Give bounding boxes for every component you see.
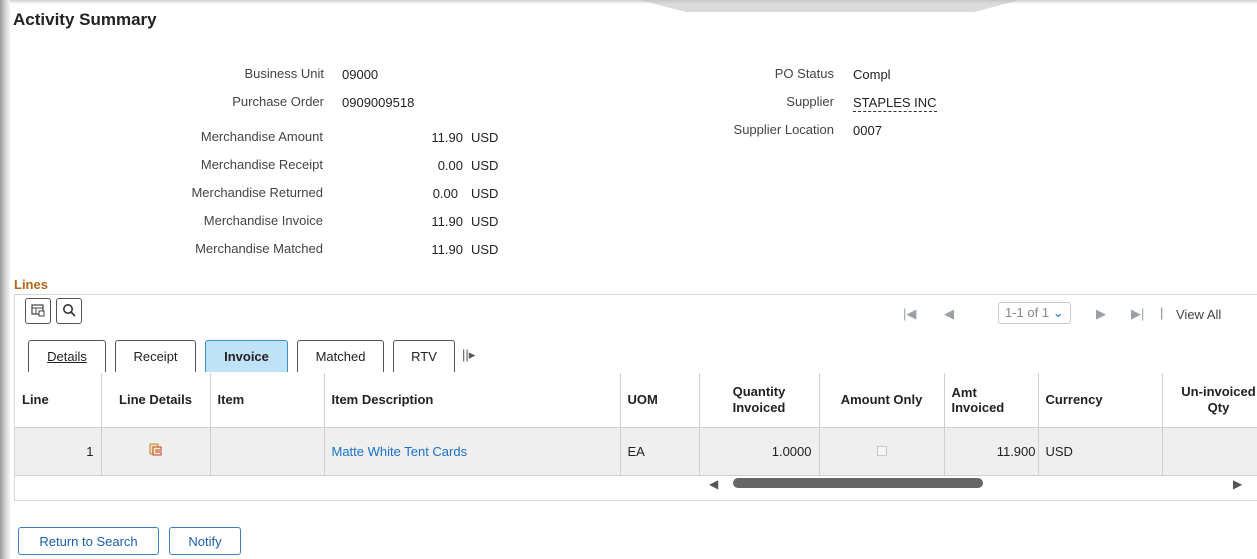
tab-invoice[interactable]: Invoice <box>205 340 288 372</box>
merchandise-matched-value: 11.90 <box>431 242 463 257</box>
show-all-columns-icon[interactable]: ||▸ <box>462 347 475 363</box>
lines-grid: Line Line Details Item Item Description … <box>15 373 1257 476</box>
cell-quantity-invoiced: 1.0000 <box>699 427 820 476</box>
col-header-uom[interactable]: UOM <box>620 373 700 428</box>
cell-amount-only <box>819 427 945 476</box>
tab-matched[interactable]: Matched <box>297 340 384 372</box>
merchandise-returned-value: 0.00 <box>432 186 458 201</box>
page-title: Activity Summary <box>13 10 157 29</box>
cell-currency: USD <box>1038 427 1163 476</box>
scroll-left-icon[interactable]: ◀ <box>709 477 718 491</box>
tab-invoice-label: Invoice <box>224 349 269 364</box>
merchandise-invoice-label: Merchandise Invoice <box>203 213 323 228</box>
chevron-down-icon: ⌄ <box>1052 305 1064 320</box>
last-page-icon[interactable]: ▶| <box>1131 306 1144 322</box>
cell-uom: EA <box>620 427 700 476</box>
view-all-link[interactable]: View All <box>1176 307 1221 322</box>
table-row: 1 Matte White Tent Cards EA 1.0000 11.90… <box>15 427 1257 476</box>
row-range-dropdown[interactable]: 1-1 of 1 ⌄ <box>998 302 1071 324</box>
supplier-link[interactable]: STAPLES INC <box>853 95 937 112</box>
col-header-item[interactable]: Item <box>210 373 325 428</box>
tab-rtv-label: RTV <box>411 349 437 364</box>
col-header-amt-invoiced[interactable]: Amt Invoiced <box>944 373 1039 428</box>
personalize-grid-button[interactable] <box>25 298 51 324</box>
scroll-right-icon[interactable]: ▶ <box>1233 477 1242 491</box>
cell-item-description: Matte White Tent Cards <box>324 427 621 476</box>
return-to-search-button[interactable]: Return to Search <box>18 527 159 555</box>
purchase-order-value: 0909009518 <box>342 95 415 110</box>
line-details-icon[interactable] <box>149 443 162 459</box>
lines-section-title: Lines <box>14 277 48 292</box>
col-header-currency[interactable]: Currency <box>1038 373 1163 428</box>
merchandise-receipt-label: Merchandise Receipt <box>200 157 323 172</box>
merchandise-returned-label: Merchandise Returned <box>191 185 323 200</box>
first-page-icon[interactable]: |◀ <box>903 306 916 322</box>
col-header-item-description[interactable]: Item Description <box>324 373 621 428</box>
amount-only-checkbox <box>876 445 887 456</box>
cell-item <box>210 427 325 476</box>
merchandise-amount-value: 11.90 <box>431 130 463 145</box>
merchandise-amount-label: Merchandise Amount <box>200 129 323 144</box>
tab-rtv[interactable]: RTV <box>393 340 455 372</box>
tab-details[interactable]: Details <box>28 340 106 372</box>
tab-matched-label: Matched <box>315 349 366 364</box>
merchandise-returned-currency: USD <box>471 186 499 201</box>
window-left-edge <box>0 0 10 559</box>
col-header-amount-only[interactable]: Amount Only <box>819 373 945 428</box>
col-header-uninvoiced-qty[interactable]: Un-invoiced Qty <box>1162 373 1257 428</box>
supplier-label: Supplier <box>786 94 834 109</box>
tab-receipt[interactable]: Receipt <box>115 340 196 372</box>
window-top-edge <box>10 0 1257 4</box>
pager-divider: | <box>1160 305 1164 320</box>
notify-button[interactable]: Notify <box>169 527 241 555</box>
item-description-link[interactable]: Matte White Tent Cards <box>332 444 468 459</box>
grid-header-row: Line Line Details Item Item Description … <box>15 373 1257 428</box>
merchandise-amount-currency: USD <box>471 130 499 145</box>
tab-details-label: Details <box>47 349 87 364</box>
cell-uninvoiced-qty <box>1162 427 1257 476</box>
scrollbar-thumb[interactable] <box>733 478 983 488</box>
find-in-grid-button[interactable] <box>56 298 82 324</box>
merchandise-matched-currency: USD <box>471 242 499 257</box>
merchandise-receipt-value: 0.00 <box>437 158 463 173</box>
merchandise-receipt-currency: USD <box>471 158 499 173</box>
merchandise-invoice-currency: USD <box>471 214 499 229</box>
previous-page-icon[interactable]: ◀ <box>944 306 954 322</box>
search-icon <box>62 303 76 320</box>
grid-settings-icon <box>31 303 45 320</box>
supplier-location-value: 0007 <box>853 123 882 138</box>
business-unit-value: 09000 <box>342 67 379 82</box>
col-header-quantity-invoiced[interactable]: Quantity Invoiced <box>699 373 820 428</box>
cell-amt-invoiced: 11.900 <box>944 427 1039 476</box>
window-tab-shadow <box>640 0 1020 12</box>
merchandise-invoice-value: 11.90 <box>431 214 463 229</box>
cell-line-details[interactable] <box>101 427 211 476</box>
purchase-order-label: Purchase Order <box>232 94 324 109</box>
cell-line: 1 <box>15 427 102 476</box>
po-status-value: Compl <box>853 67 891 82</box>
supplier-location-label: Supplier Location <box>733 122 834 137</box>
merchandise-matched-label: Merchandise Matched <box>195 241 323 256</box>
col-header-line[interactable]: Line <box>15 373 102 428</box>
col-header-line-details[interactable]: Line Details <box>101 373 211 428</box>
row-range-text: 1-1 of 1 <box>1005 305 1050 320</box>
po-status-label: PO Status <box>774 66 834 81</box>
tab-receipt-label: Receipt <box>133 349 178 364</box>
next-page-icon[interactable]: ▶ <box>1096 306 1106 322</box>
business-unit-label: Business Unit <box>244 66 324 81</box>
